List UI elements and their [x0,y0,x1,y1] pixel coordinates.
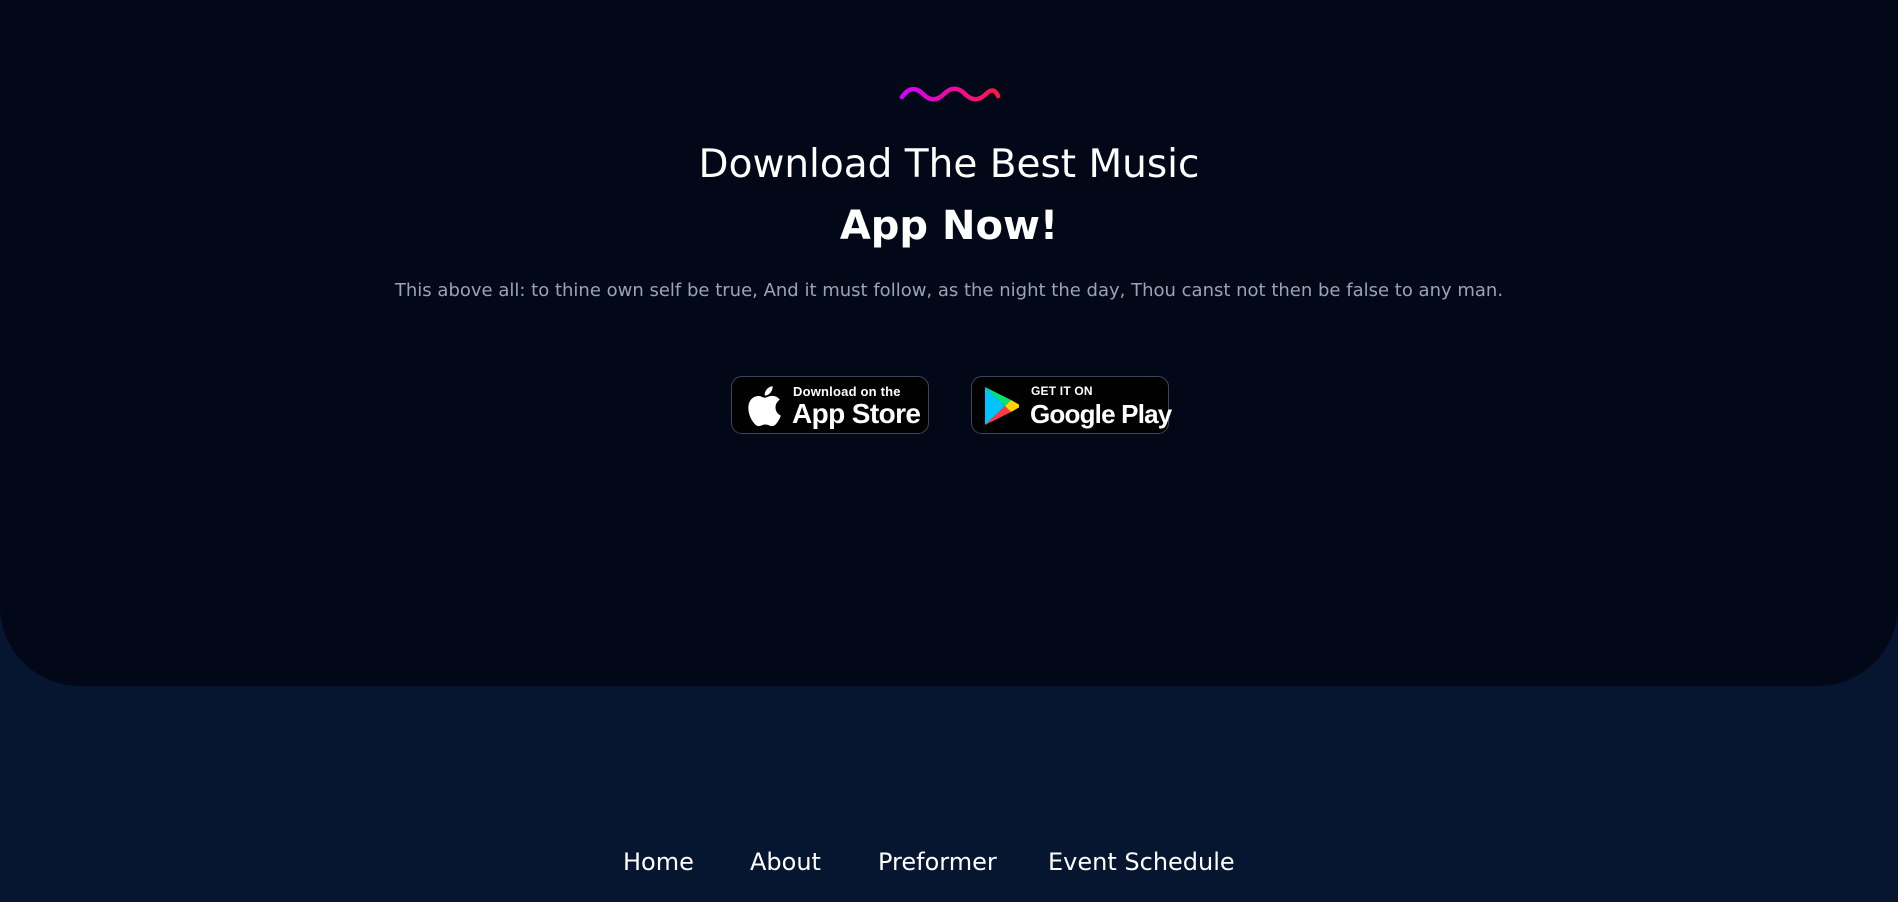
footer-nav-performer[interactable]: Preformer [878,848,997,876]
google-play-button[interactable]: GET IT ON Google Play [971,376,1172,434]
app-store-button[interactable]: Download on the App Store [731,376,929,434]
google-play-icon [985,387,1019,425]
footer-nav-home[interactable]: Home [623,848,694,876]
footer-nav: Home About Preformer Event Schedule [0,848,1898,884]
section-title: Download The Best Music [698,142,1200,187]
section-subtitle: This above all: to thine own self be tru… [394,280,1504,301]
footer-nav-event-schedule[interactable]: Event Schedule [1048,848,1235,876]
apple-icon [748,386,781,427]
wave-icon [899,86,1001,102]
google-play-caption: GET IT ON [1031,384,1093,398]
page: Download The Best Music App Now! This ab… [0,0,1898,902]
app-store-caption: Download on the [793,384,901,399]
download-app-section: Download The Best Music App Now! This ab… [0,0,1898,686]
app-store-label: App Store [792,398,921,429]
footer-nav-about[interactable]: About [750,848,821,876]
google-play-label: Google Play [1030,399,1172,429]
section-title-emphasis: App Now! [839,203,1059,249]
